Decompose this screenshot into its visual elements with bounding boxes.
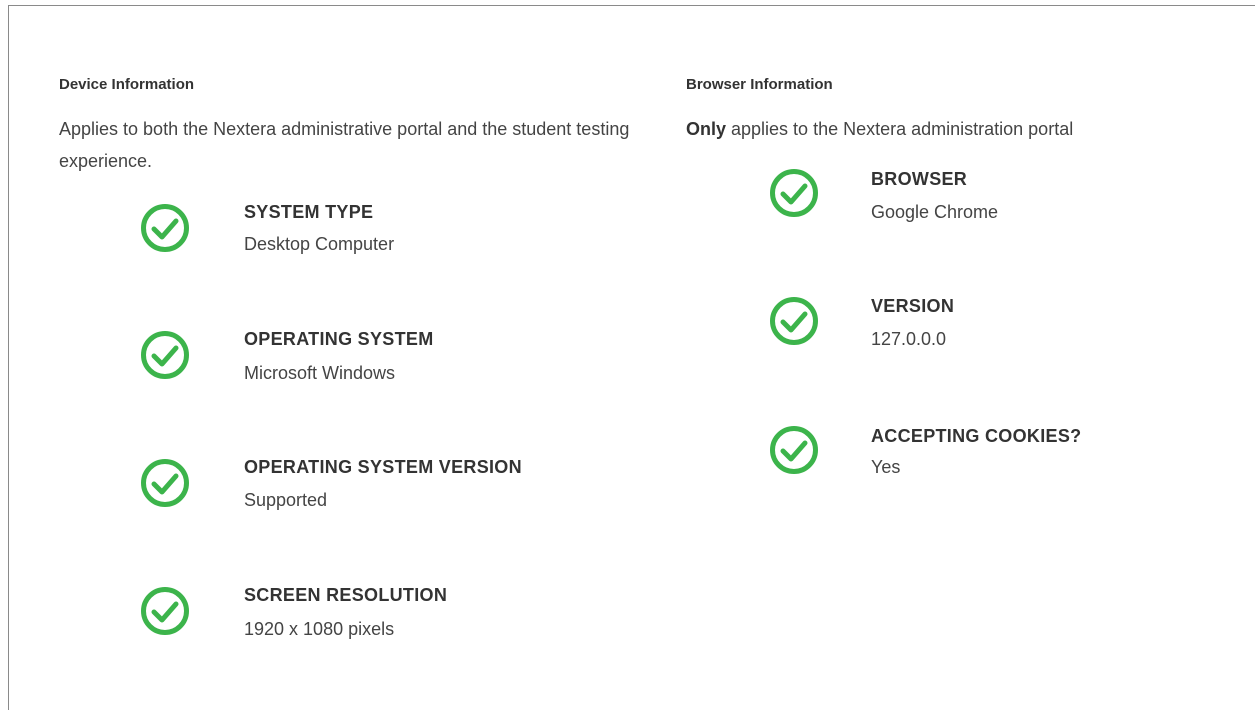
browser-information-description: Only applies to the Nextera administrati…	[686, 113, 1246, 145]
check-circle-icon	[141, 587, 189, 635]
item-label: OPERATING SYSTEM VERSION	[244, 457, 522, 477]
item-label: SCREEN RESOLUTION	[244, 585, 448, 605]
item-label: BROWSER	[871, 169, 968, 189]
check-circle-icon	[770, 426, 818, 474]
check-circle-icon	[141, 459, 189, 507]
item-label: VERSION	[871, 296, 955, 316]
item-value: Google Chrome	[871, 202, 999, 222]
check-circle-icon	[770, 297, 818, 345]
item-value: Yes	[871, 457, 901, 477]
item-value: 1920 x 1080 pixels	[244, 619, 395, 639]
check-circle-icon	[141, 204, 189, 252]
item-value: Microsoft Windows	[244, 363, 396, 383]
item-value: Desktop Computer	[244, 234, 395, 254]
check-circle-icon	[141, 331, 189, 379]
panel-frame	[8, 5, 1255, 710]
item-value: 127.0.0.0	[871, 329, 947, 349]
item-label: ACCEPTING COOKIES?	[871, 426, 1082, 446]
check-circle-icon	[770, 169, 818, 217]
description-text: applies to the Nextera administration po…	[726, 119, 1074, 139]
browser-information-heading: Browser Information	[686, 76, 833, 93]
item-label: SYSTEM TYPE	[244, 202, 374, 222]
item-value: Supported	[244, 490, 328, 510]
item-label: OPERATING SYSTEM	[244, 329, 434, 349]
device-information-description: Applies to both the Nextera administrati…	[59, 119, 630, 171]
device-information-heading: Device Information	[59, 76, 195, 93]
description-emphasis: Only	[686, 119, 727, 139]
